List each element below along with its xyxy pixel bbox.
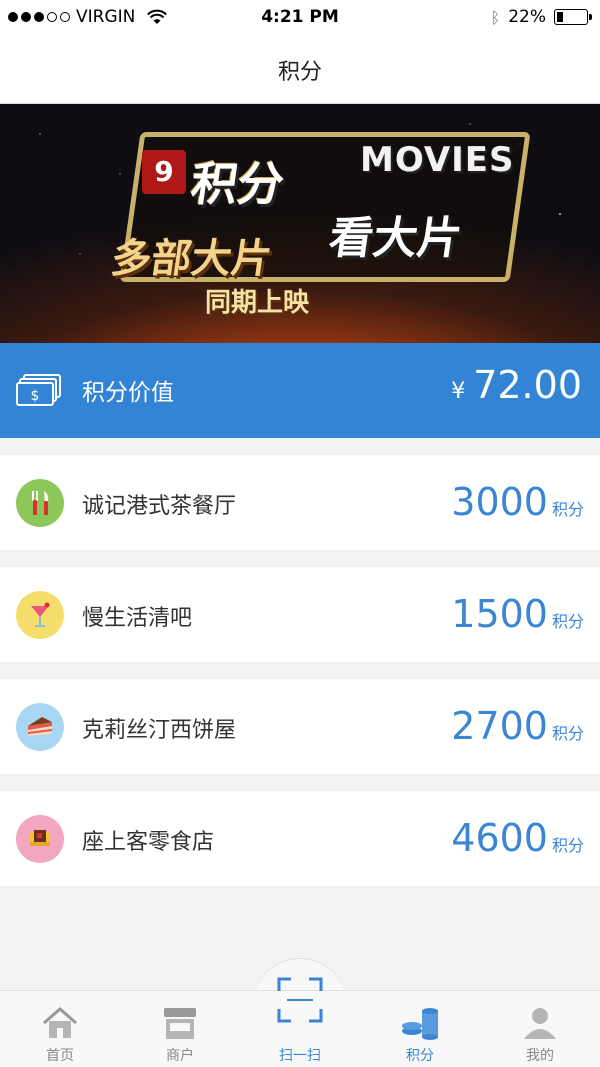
tab-stores[interactable]: 商户 <box>120 991 240 1067</box>
store-icon <box>164 1008 196 1039</box>
status-right: ᛒ 22% <box>490 7 592 27</box>
nav-bar: 积分 <box>0 36 600 104</box>
store-points: 3000 积分 <box>451 480 584 524</box>
points-value-label: 积分价值 <box>82 380 174 406</box>
tab-label: 我的 <box>526 1048 554 1064</box>
bluetooth-icon: ᛒ <box>490 7 501 27</box>
banner-badge: 9 <box>142 150 186 194</box>
banner-line-2: MOVIES <box>360 140 515 180</box>
points-value-number: 72.00 <box>473 363 582 407</box>
points-number: 2700 <box>451 704 548 748</box>
banner-line-5: 同期上映 <box>205 288 310 318</box>
tab-me[interactable]: 我的 <box>480 991 600 1067</box>
points-unit: 积分 <box>551 836 584 855</box>
tab-label: 积分 <box>406 1048 434 1064</box>
banner-line-3: 看大片 <box>325 213 465 264</box>
points-unit: 积分 <box>551 724 584 743</box>
user-icon <box>524 1008 556 1039</box>
banner-line-4: 多部大片 <box>108 236 275 282</box>
tab-label: 扫一扫 <box>279 1048 321 1064</box>
points-value-bar: $ 积分价值 ¥ 72.00 <box>0 343 600 438</box>
store-name: 座上客零食店 <box>82 830 215 855</box>
store-name: 诚记港式茶餐厅 <box>82 494 237 519</box>
points-unit: 积分 <box>551 612 584 631</box>
points-value-amount: ¥ 72.00 <box>451 363 582 407</box>
money-icon: $ <box>16 374 61 406</box>
cake-icon <box>16 703 64 751</box>
page-title: 积分 <box>277 59 322 85</box>
points-unit: 积分 <box>551 500 584 519</box>
scan-icon <box>277 977 323 1023</box>
tab-points[interactable]: 积分 <box>360 991 480 1067</box>
points-number: 1500 <box>451 592 548 636</box>
store-points: 2700 积分 <box>451 704 584 748</box>
banner-line-1: 积分 <box>187 157 288 211</box>
promo-banner[interactable]: 9 积分 MOVIES 看大片 多部大片 同期上映 <box>0 104 600 343</box>
battery-percent: 22% <box>508 7 546 27</box>
points-number: 4600 <box>451 816 548 860</box>
tab-home[interactable]: 首页 <box>0 991 120 1067</box>
cocktail-icon <box>16 591 64 639</box>
list-item[interactable]: 克莉丝汀西饼屋 2700 积分 <box>0 679 600 774</box>
battery-icon <box>554 9 592 25</box>
svg-text:$: $ <box>31 388 40 404</box>
currency-symbol: ¥ <box>451 379 466 404</box>
tab-label: 商户 <box>166 1048 194 1064</box>
list-item[interactable]: 诚记港式茶餐厅 3000 积分 <box>0 455 600 550</box>
store-name: 克莉丝汀西饼屋 <box>82 718 237 743</box>
fork-knife-icon <box>16 479 64 527</box>
coins-icon <box>402 1008 438 1040</box>
status-bar: VIRGIN 4:21 PM ᛒ 22% <box>0 0 600 36</box>
store-points: 1500 积分 <box>451 592 584 636</box>
list-item[interactable]: 座上客零食店 4600 积分 <box>0 791 600 886</box>
store-name: 慢生活清吧 <box>82 606 193 631</box>
store-points: 4600 积分 <box>451 816 584 860</box>
snack-box-icon <box>16 815 64 863</box>
points-number: 3000 <box>451 480 548 524</box>
home-icon <box>43 1007 77 1038</box>
tab-bar: 首页 商户 扫一扫 积分 我的 <box>0 977 600 1067</box>
tab-label: 首页 <box>46 1048 74 1064</box>
tab-scan[interactable]: 扫一扫 <box>240 977 360 1067</box>
battery-fill <box>557 12 563 22</box>
list-item[interactable]: 慢生活清吧 1500 积分 <box>0 567 600 662</box>
